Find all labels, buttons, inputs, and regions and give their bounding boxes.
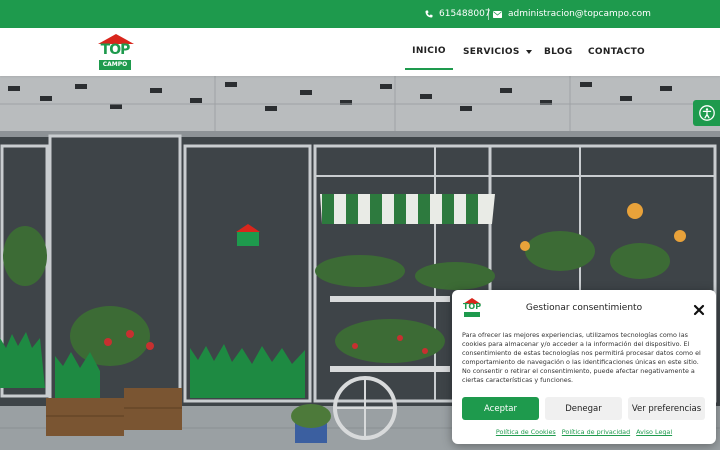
accessibility-button[interactable]: [693, 100, 720, 126]
consent-body-text: Para ofrecer las mejores experiencias, u…: [462, 331, 701, 384]
nav-item-servicios[interactable]: SERVICIOS: [463, 28, 532, 76]
accessibility-icon: [698, 105, 715, 121]
cookie-consent-dialog: TOP Gestionar consentimiento Para ofrece…: [452, 290, 716, 444]
nav-item-contacto[interactable]: CONTACTO: [588, 28, 645, 76]
consent-title: Gestionar consentimiento: [525, 303, 643, 313]
deny-button[interactable]: Denegar: [545, 397, 622, 420]
preferences-button[interactable]: Ver preferencias: [628, 397, 705, 420]
privacy-policy-link[interactable]: Política de privacidad: [562, 428, 630, 436]
site-logo[interactable]: TOP CAMPO: [96, 34, 136, 72]
nav-item-label: BLOG: [544, 47, 573, 57]
phone-icon: [425, 10, 433, 18]
top-contact-bar: 615488007 administracion@topcampo.com: [0, 0, 720, 28]
close-icon: [693, 304, 705, 316]
accept-button[interactable]: Aceptar: [462, 397, 539, 420]
chevron-down-icon: [525, 50, 532, 54]
nav-item-inicio[interactable]: INICIO: [405, 33, 453, 70]
phone-number: 615488007: [439, 9, 491, 19]
legal-notice-link[interactable]: Aviso Legal: [636, 428, 672, 436]
close-button[interactable]: [692, 302, 706, 316]
phone-link[interactable]: 615488007: [425, 0, 491, 28]
site-header: TOP CAMPO INICIO SERVICIOS BLOG CONTACTO: [0, 28, 720, 76]
topbar-divider: [488, 8, 489, 20]
nav-item-label: INICIO: [412, 45, 446, 56]
nav-item-blog[interactable]: BLOG: [544, 28, 573, 76]
nav-item-label: SERVICIOS: [463, 47, 520, 57]
logo-top-text: TOP: [100, 42, 131, 58]
email-address: administracion@topcampo.com: [508, 9, 651, 19]
mail-icon: [493, 10, 502, 18]
logo-campo-text: CAMPO: [99, 60, 131, 70]
nav-item-label: CONTACTO: [588, 47, 645, 57]
email-link[interactable]: administracion@topcampo.com: [493, 0, 651, 28]
consent-policy-links: Política de Cookies Política de privacid…: [452, 428, 716, 436]
cookie-policy-link[interactable]: Política de Cookies: [496, 428, 556, 436]
